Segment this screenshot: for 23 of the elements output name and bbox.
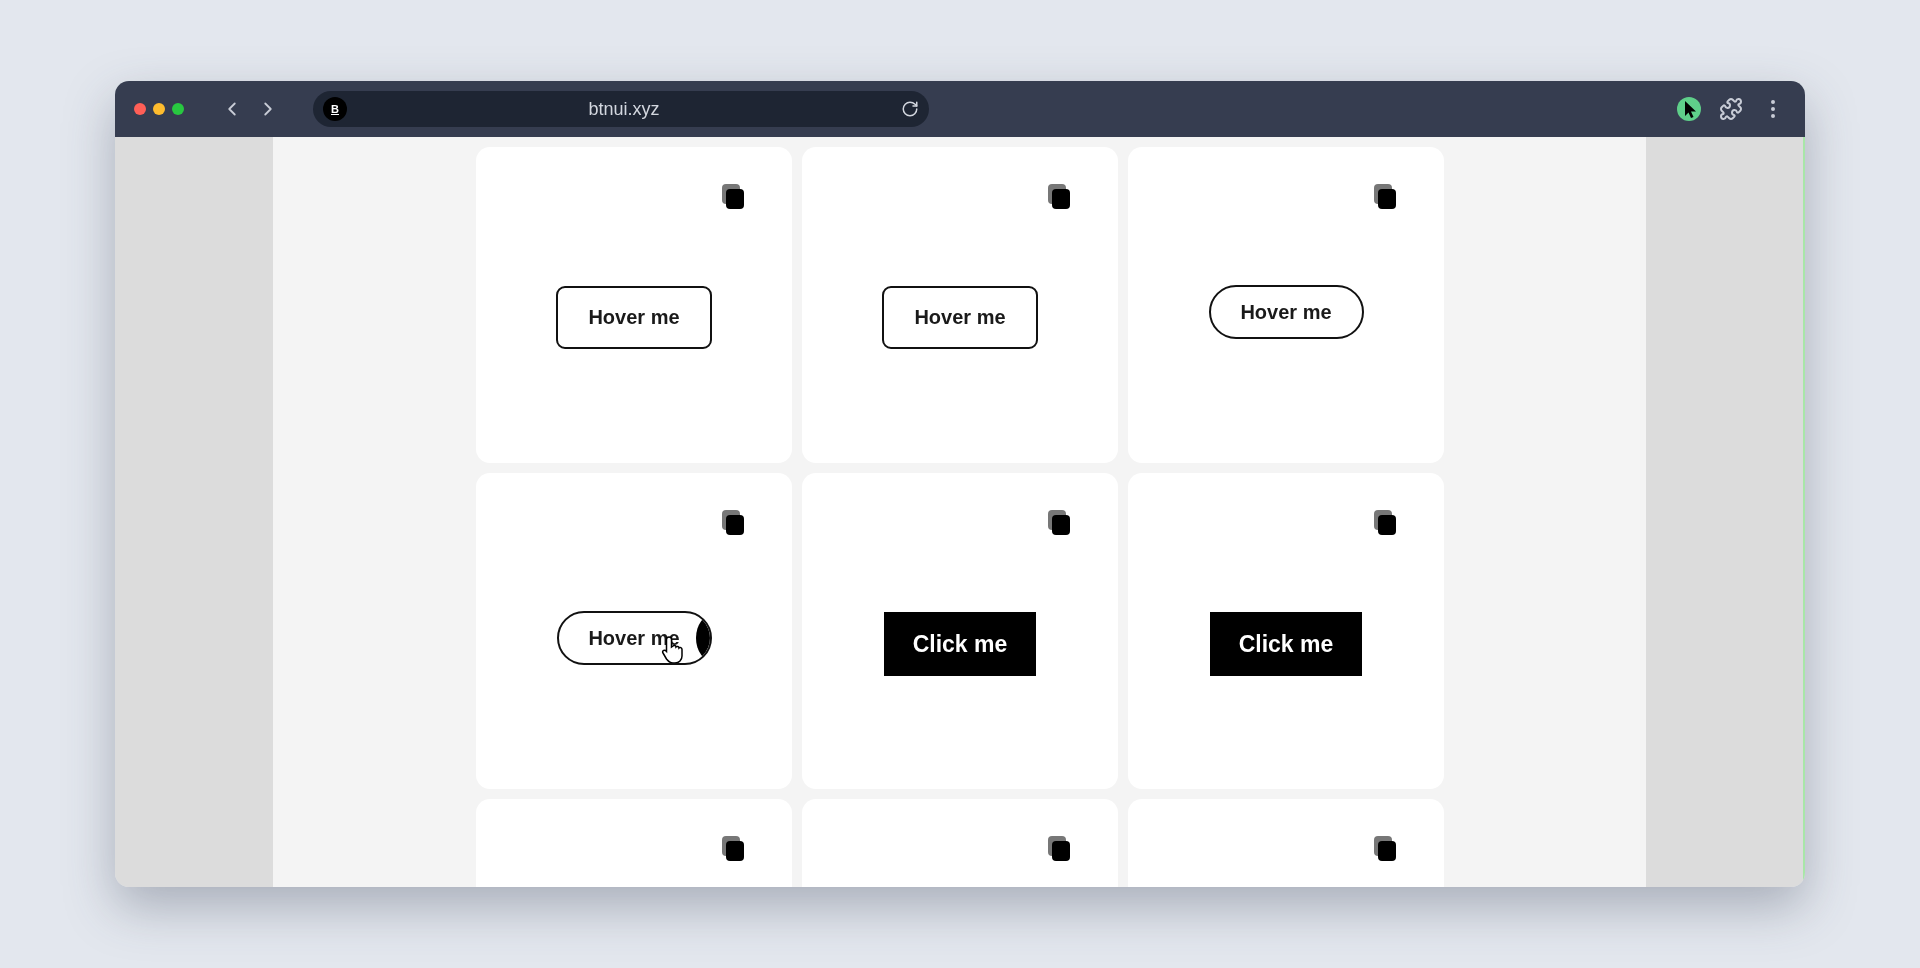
demo-button[interactable]: Click me [1210, 612, 1362, 676]
reload-icon[interactable] [901, 100, 919, 118]
demo-button[interactable]: Hover me [882, 285, 1038, 349]
address-bar[interactable]: B btnui.xyz [313, 91, 929, 127]
demo-button[interactable]: Hover me [556, 285, 712, 349]
close-icon[interactable] [134, 103, 146, 115]
extensions-icon[interactable] [1719, 97, 1743, 121]
copy-icon[interactable] [1374, 510, 1396, 535]
copy-icon[interactable] [722, 184, 744, 209]
maximize-icon[interactable] [172, 103, 184, 115]
copy-icon[interactable] [1048, 184, 1070, 209]
site-favicon: B [323, 97, 347, 121]
minimize-icon[interactable] [153, 103, 165, 115]
copy-icon[interactable] [1048, 510, 1070, 535]
copy-icon[interactable] [722, 510, 744, 535]
demo-button[interactable]: Click me [884, 612, 1036, 676]
copy-icon[interactable] [722, 836, 744, 861]
profile-avatar-icon[interactable] [1677, 97, 1701, 121]
copy-icon[interactable] [1374, 184, 1396, 209]
demo-button[interactable]: Hover me [1208, 285, 1364, 339]
url-text: btnui.xyz [587, 98, 661, 120]
copy-icon[interactable] [1048, 836, 1070, 861]
copy-icon[interactable] [1374, 836, 1396, 861]
